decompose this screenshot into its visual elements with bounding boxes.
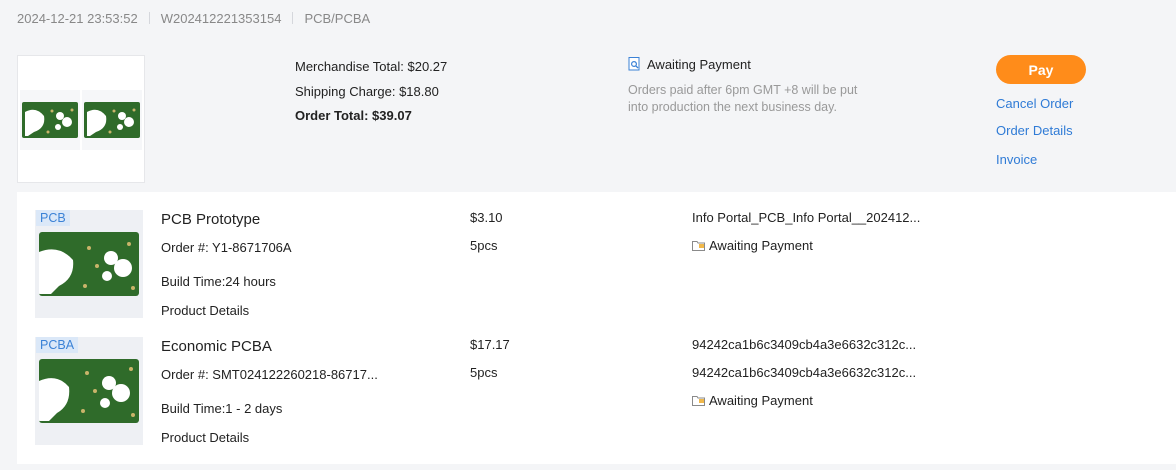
order-id: W202412221353154 <box>160 10 282 26</box>
order-thumbnails[interactable] <box>17 55 145 183</box>
note-line: into production the next business day. <box>628 99 837 114</box>
item-price: $17.17 <box>470 337 510 352</box>
item-price: $3.10 <box>470 210 503 225</box>
order-header: 2024-12-21 23:53:52 W202412221353154 PCB… <box>0 0 1176 36</box>
order-datetime: 2024-12-21 23:53:52 <box>17 10 138 26</box>
production-note: Orders paid after 6pm GMT +8 will be put… <box>628 82 878 115</box>
product-name: PCB Prototype <box>161 211 261 228</box>
merchandise-total: Merchandise Total: $20.27 <box>295 59 448 74</box>
product-thumbnail[interactable]: PCB <box>35 210 143 318</box>
build-time: Build Time:24 hours <box>161 274 276 289</box>
note-line: Orders paid after 6pm GMT +8 will be put <box>628 83 858 97</box>
order-items: PCB PCB Prototype Order #: Y1-8671706A B… <box>17 192 1176 464</box>
order-details-link[interactable]: Order Details <box>996 123 1073 138</box>
list-item: PCBA Economic PCBA Order #: SMT024122260… <box>17 337 1176 464</box>
item-quantity: 5pcs <box>470 238 498 253</box>
build-time: Build Time:1 - 2 days <box>161 401 283 416</box>
item-quantity: 5pcs <box>470 365 498 380</box>
file-hash: 94242ca1b6c3409cb4a3e6632c312c... <box>692 365 917 380</box>
product-details-link[interactable]: Product Details <box>161 430 249 445</box>
pcb-board-image <box>39 232 139 296</box>
status-text: Awaiting Payment <box>647 56 751 72</box>
invoice-link[interactable]: Invoice <box>996 152 1037 167</box>
order-totals: Merchandise Total: $20.27 Shipping Charg… <box>295 55 447 129</box>
divider <box>148 12 150 24</box>
cancel-order-link[interactable]: Cancel Order <box>996 96 1073 111</box>
order-number: Order #: SMT024122260218-86717... <box>161 367 378 382</box>
order-number: Order #: Y1-8671706A <box>161 240 292 255</box>
pay-button[interactable]: Pay <box>996 55 1086 84</box>
file-hash: 94242ca1b6c3409cb4a3e6632c312c... <box>692 337 917 352</box>
pcb-thumbnail <box>20 90 80 150</box>
list-item: PCB PCB Prototype Order #: Y1-8671706A B… <box>17 210 1176 337</box>
item-status: Awaiting Payment <box>709 238 813 253</box>
product-type-tag: PCBA <box>36 337 79 353</box>
product-type-tag: PCB <box>36 210 70 226</box>
folder-icon <box>692 240 705 251</box>
pcba-thumbnail <box>82 90 142 150</box>
product-thumbnail[interactable]: PCBA <box>35 337 143 445</box>
order-category: PCB/PCBA <box>304 10 371 26</box>
folder-icon <box>692 395 705 406</box>
order-total: Order Total: $39.07 <box>295 108 412 123</box>
document-search-icon <box>628 57 641 71</box>
item-status: Awaiting Payment <box>709 393 813 408</box>
order-summary: Merchandise Total: $20.27 Shipping Charg… <box>0 36 1176 192</box>
product-name: Economic PCBA <box>161 338 272 355</box>
payment-status: Awaiting Payment Orders paid after 6pm G… <box>628 55 878 115</box>
pcba-board-image <box>39 359 139 423</box>
divider <box>292 12 294 24</box>
file-name: Info Portal_PCB_Info Portal__202412... <box>692 210 921 225</box>
shipping-charge: Shipping Charge: $18.80 <box>295 83 439 99</box>
product-details-link[interactable]: Product Details <box>161 303 249 318</box>
